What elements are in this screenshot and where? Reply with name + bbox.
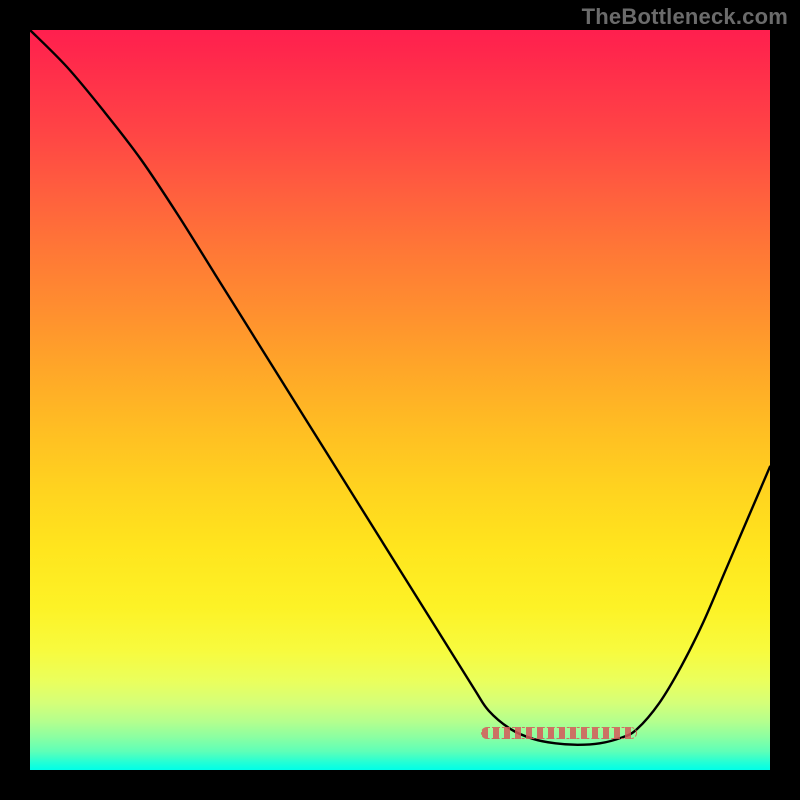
- chart-area: [30, 30, 770, 770]
- flat-region-marker: [481, 727, 636, 739]
- chart-background-gradient: [30, 30, 770, 770]
- watermark: TheBottleneck.com: [582, 4, 788, 30]
